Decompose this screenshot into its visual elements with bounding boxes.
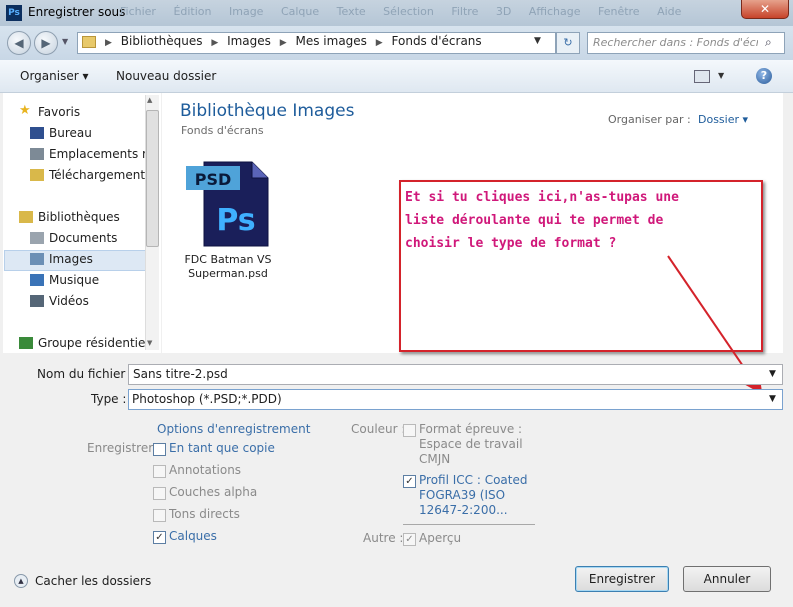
- save-option-label: Annotations: [169, 463, 242, 477]
- file-type-label: Type :: [91, 392, 127, 406]
- save-option-checkbox[interactable]: ✓: [153, 531, 166, 544]
- proof-format-line: Espace de travail: [419, 437, 523, 451]
- file-type-dropdown-icon[interactable]: ▼: [769, 394, 776, 404]
- save-option-label[interactable]: En tant que copie: [169, 441, 275, 455]
- file-type-value[interactable]: Photoshop (*.PSD;*.PDD): [132, 392, 282, 406]
- save-options-heading: Options d'enregistrement: [157, 422, 311, 436]
- icc-profile-line: FOGRA39 (ISO: [419, 488, 506, 502]
- icc-profile-line: 12647-2:200...: [419, 503, 508, 517]
- save-button[interactable]: Enregistrer: [575, 566, 669, 592]
- icc-profile-checkbox[interactable]: ✓: [403, 475, 416, 488]
- proof-format-text: Format épreuve : Espace de travail CMJN: [419, 422, 523, 467]
- save-option-checkbox: [153, 487, 166, 500]
- preview-checkbox: ✓: [403, 533, 416, 546]
- proof-format-checkbox: [403, 424, 416, 437]
- icc-profile-line: Profil ICC : Coated: [419, 473, 528, 487]
- preview-label: Aperçu: [419, 531, 462, 545]
- filename-input[interactable]: Sans titre-2.psd: [133, 367, 228, 381]
- proof-format-line: CMJN: [419, 452, 451, 466]
- save-options-label: Enregistrer :: [87, 441, 161, 455]
- save-option-label[interactable]: Calques: [169, 529, 217, 543]
- save-option-checkbox: [153, 509, 166, 522]
- save-option-checkbox[interactable]: [153, 443, 166, 456]
- divider: [403, 524, 535, 525]
- cancel-button[interactable]: Annuler: [683, 566, 771, 592]
- save-option-label: Couches alpha: [169, 485, 258, 499]
- proof-format-line: Format épreuve :: [419, 422, 523, 436]
- filename-label: Nom du fichier :: [37, 367, 134, 381]
- color-label: Couleur :: [351, 422, 406, 436]
- collapse-icon[interactable]: ▲: [14, 574, 28, 588]
- save-option-label: Tons directs: [169, 507, 240, 521]
- other-label: Autre :: [363, 531, 404, 545]
- icc-profile-text[interactable]: Profil ICC : Coated FOGRA39 (ISO 12647-2…: [419, 473, 528, 518]
- annotation-arrow: [667, 255, 763, 395]
- hide-folders-button[interactable]: Cacher les dossiers: [35, 574, 151, 588]
- save-option-checkbox: [153, 465, 166, 478]
- filename-dropdown-icon[interactable]: ▼: [769, 369, 776, 379]
